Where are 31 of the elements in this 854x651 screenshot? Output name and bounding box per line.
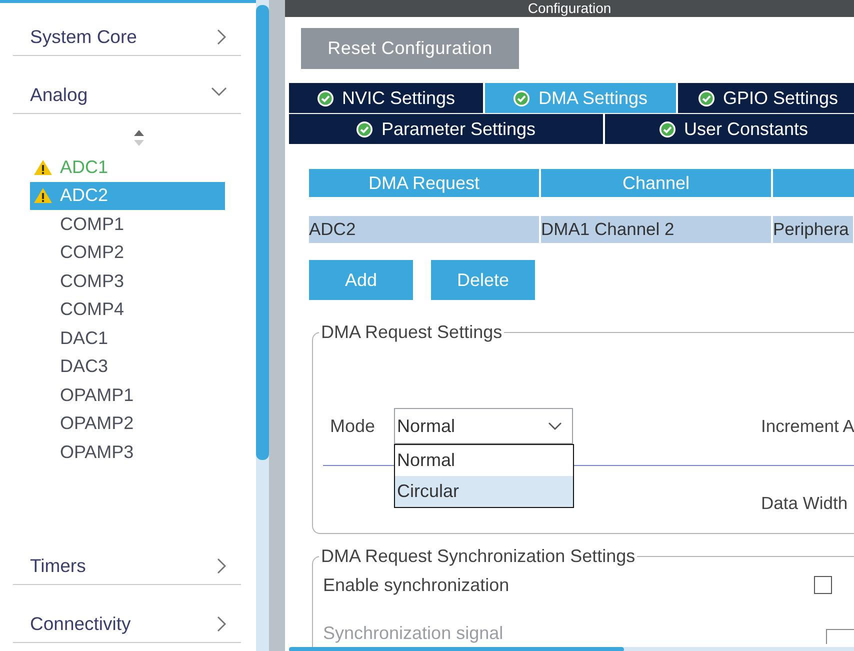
table-cell[interactable]: Periphera bbox=[773, 216, 853, 243]
field-label: Data Width bbox=[761, 492, 848, 514]
settings-tab[interactable]: User Constants bbox=[605, 114, 854, 144]
settings-tab[interactable]: Parameter Settings bbox=[289, 114, 603, 144]
settings-tab[interactable]: NVIC Settings bbox=[289, 83, 483, 113]
field-label: Synchronization signal bbox=[323, 622, 504, 644]
peripheral-item[interactable]: COMP1 bbox=[30, 210, 225, 238]
category-header[interactable]: Analog bbox=[13, 56, 241, 114]
field-label: Enable synchronization bbox=[323, 574, 510, 596]
group-title: DMA Request Settings bbox=[320, 322, 504, 343]
peripheral-item[interactable]: COMP2 bbox=[30, 238, 225, 267]
category-header[interactable]: System Core bbox=[13, 3, 241, 56]
peripheral-item[interactable]: OPAMP3 bbox=[30, 438, 225, 466]
table-cell[interactable]: DMA1 Channel 2 bbox=[541, 216, 771, 243]
mode-dropdown[interactable]: Normal bbox=[394, 408, 573, 444]
table-cell[interactable]: ADC2 bbox=[309, 216, 539, 243]
field-label: Mode bbox=[330, 416, 376, 436]
category-header[interactable]: Connectivity bbox=[13, 584, 241, 642]
peripheral-item[interactable]: OPAMP2 bbox=[30, 410, 225, 438]
settings-tab[interactable]: GPIO Settings bbox=[678, 83, 854, 113]
field-label: Increment A bbox=[761, 416, 854, 436]
peripheral-item[interactable]: COMP4 bbox=[30, 296, 225, 324]
peripheral-item[interactable]: DAC3 bbox=[30, 352, 225, 381]
dropdown-option[interactable]: Circular bbox=[395, 476, 573, 507]
peripheral-item[interactable]: COMP3 bbox=[30, 267, 225, 296]
panel-title: Configuration bbox=[285, 0, 854, 17]
group-title: DMA Request Synchronization Settings bbox=[320, 546, 636, 567]
dropdown-option[interactable]: Normal bbox=[395, 445, 573, 476]
peripheral-item[interactable]: DAC1 bbox=[30, 324, 225, 352]
peripheral-item[interactable]: OPAMP1 bbox=[30, 381, 225, 410]
category-header[interactable]: Timers bbox=[13, 526, 241, 584]
